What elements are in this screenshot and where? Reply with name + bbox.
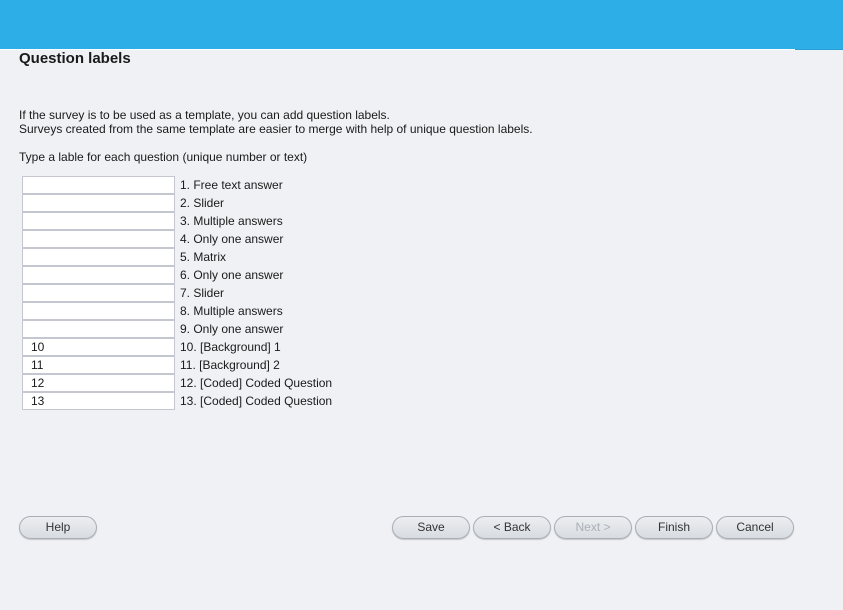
question-name: 12. [Coded] Coded Question: [180, 376, 333, 390]
question-row: 4. Only one answer: [22, 230, 332, 248]
question-row: 1. Free text answer: [22, 176, 332, 194]
help-button[interactable]: Help: [19, 516, 97, 539]
question-name: 1. Free text answer: [180, 178, 283, 192]
question-row: 10. [Background] 1: [22, 338, 332, 356]
question-name: 5. Matrix: [180, 250, 227, 264]
question-name: 4. Only one answer: [180, 232, 284, 246]
question-label-input-8[interactable]: [22, 302, 175, 320]
question-row: 12. [Coded] Coded Question: [22, 374, 332, 392]
question-row: 2. Slider: [22, 194, 332, 212]
question-label-input-6[interactable]: [22, 266, 175, 284]
question-name: 13. [Coded] Coded Question: [180, 394, 333, 408]
description: If the survey is to be used as a templat…: [19, 108, 533, 136]
question-label-input-1[interactable]: [22, 176, 175, 194]
instruction-text: Type a lable for each question (unique n…: [19, 150, 308, 164]
question-label-input-2[interactable]: [22, 194, 175, 212]
question-name: 7. Slider: [180, 286, 225, 300]
question-row: 5. Matrix: [22, 248, 332, 266]
description-line-1: If the survey is to be used as a templat…: [19, 108, 390, 122]
question-label-input-3[interactable]: [22, 212, 175, 230]
question-row: 9. Only one answer: [22, 320, 332, 338]
question-label-input-13[interactable]: [22, 392, 175, 410]
question-label-input-7[interactable]: [22, 284, 175, 302]
question-row: 6. Only one answer: [22, 266, 332, 284]
question-row: 13. [Coded] Coded Question: [22, 392, 332, 410]
question-label-input-5[interactable]: [22, 248, 175, 266]
back-button[interactable]: < Back: [473, 516, 551, 539]
question-name: 6. Only one answer: [180, 268, 284, 282]
question-name: 3. Multiple answers: [180, 214, 283, 228]
question-label-input-11[interactable]: [22, 356, 175, 374]
question-label-input-4[interactable]: [22, 230, 175, 248]
question-row: 8. Multiple answers: [22, 302, 332, 320]
question-label-input-10[interactable]: [22, 338, 175, 356]
question-row: 3. Multiple answers: [22, 212, 332, 230]
question-label-input-12[interactable]: [22, 374, 175, 392]
question-name: 11. [Background] 2: [180, 358, 280, 372]
finish-button[interactable]: Finish: [635, 516, 713, 539]
save-button[interactable]: Save: [392, 516, 470, 539]
description-line-2: Surveys created from the same template a…: [19, 122, 533, 136]
question-name: 10. [Background] 1: [180, 340, 281, 354]
page-title: Question labels: [19, 50, 131, 67]
question-name: 9. Only one answer: [180, 322, 284, 336]
question-name: 8. Multiple answers: [180, 304, 283, 318]
question-name: 2. Slider: [180, 196, 225, 210]
question-label-input-9[interactable]: [22, 320, 175, 338]
top-header-bar: [0, 0, 843, 50]
question-row: 11. [Background] 2: [22, 356, 332, 374]
cancel-button[interactable]: Cancel: [716, 516, 794, 539]
question-row: 7. Slider: [22, 284, 332, 302]
question-label-list: 1. Free text answer 2. Slider 3. Multipl…: [22, 176, 332, 410]
next-button: Next >: [554, 516, 632, 539]
